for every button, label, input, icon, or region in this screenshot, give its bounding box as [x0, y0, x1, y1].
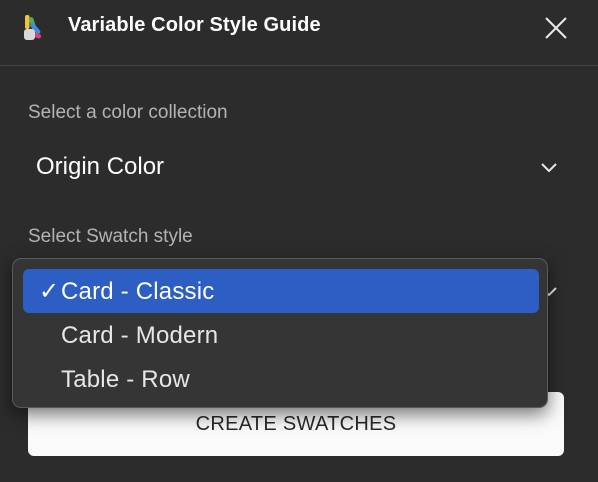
swatch-style-label: Select Swatch style [28, 226, 193, 247]
menu-item-label: Table - Row [61, 366, 190, 393]
plugin-logo-icon [24, 15, 42, 40]
chevron-down-icon [541, 163, 557, 173]
collection-select[interactable]: Origin Color [22, 140, 574, 194]
collection-selected-value: Origin Color [36, 153, 165, 180]
plugin-window: Variable Color Style Guide Select a colo… [0, 0, 598, 482]
swatch-style-dropdown-menu: ✓ Card - Classic Card - Modern Table - R… [12, 258, 548, 408]
window-title: Variable Color Style Guide [68, 14, 321, 36]
collection-label: Select a color collection [28, 102, 228, 123]
close-icon[interactable] [543, 15, 569, 41]
create-swatches-label: CREATE SWATCHES [195, 413, 397, 435]
menu-item-card-modern[interactable]: Card - Modern [23, 313, 539, 357]
menu-item-table-row[interactable]: Table - Row [23, 357, 539, 401]
checkmark-icon: ✓ [39, 278, 60, 305]
menu-item-label: Card - Classic [61, 278, 215, 305]
window-header: Variable Color Style Guide [0, 0, 598, 66]
menu-item-card-classic[interactable]: ✓ Card - Classic [23, 269, 539, 313]
menu-item-label: Card - Modern [61, 322, 219, 349]
